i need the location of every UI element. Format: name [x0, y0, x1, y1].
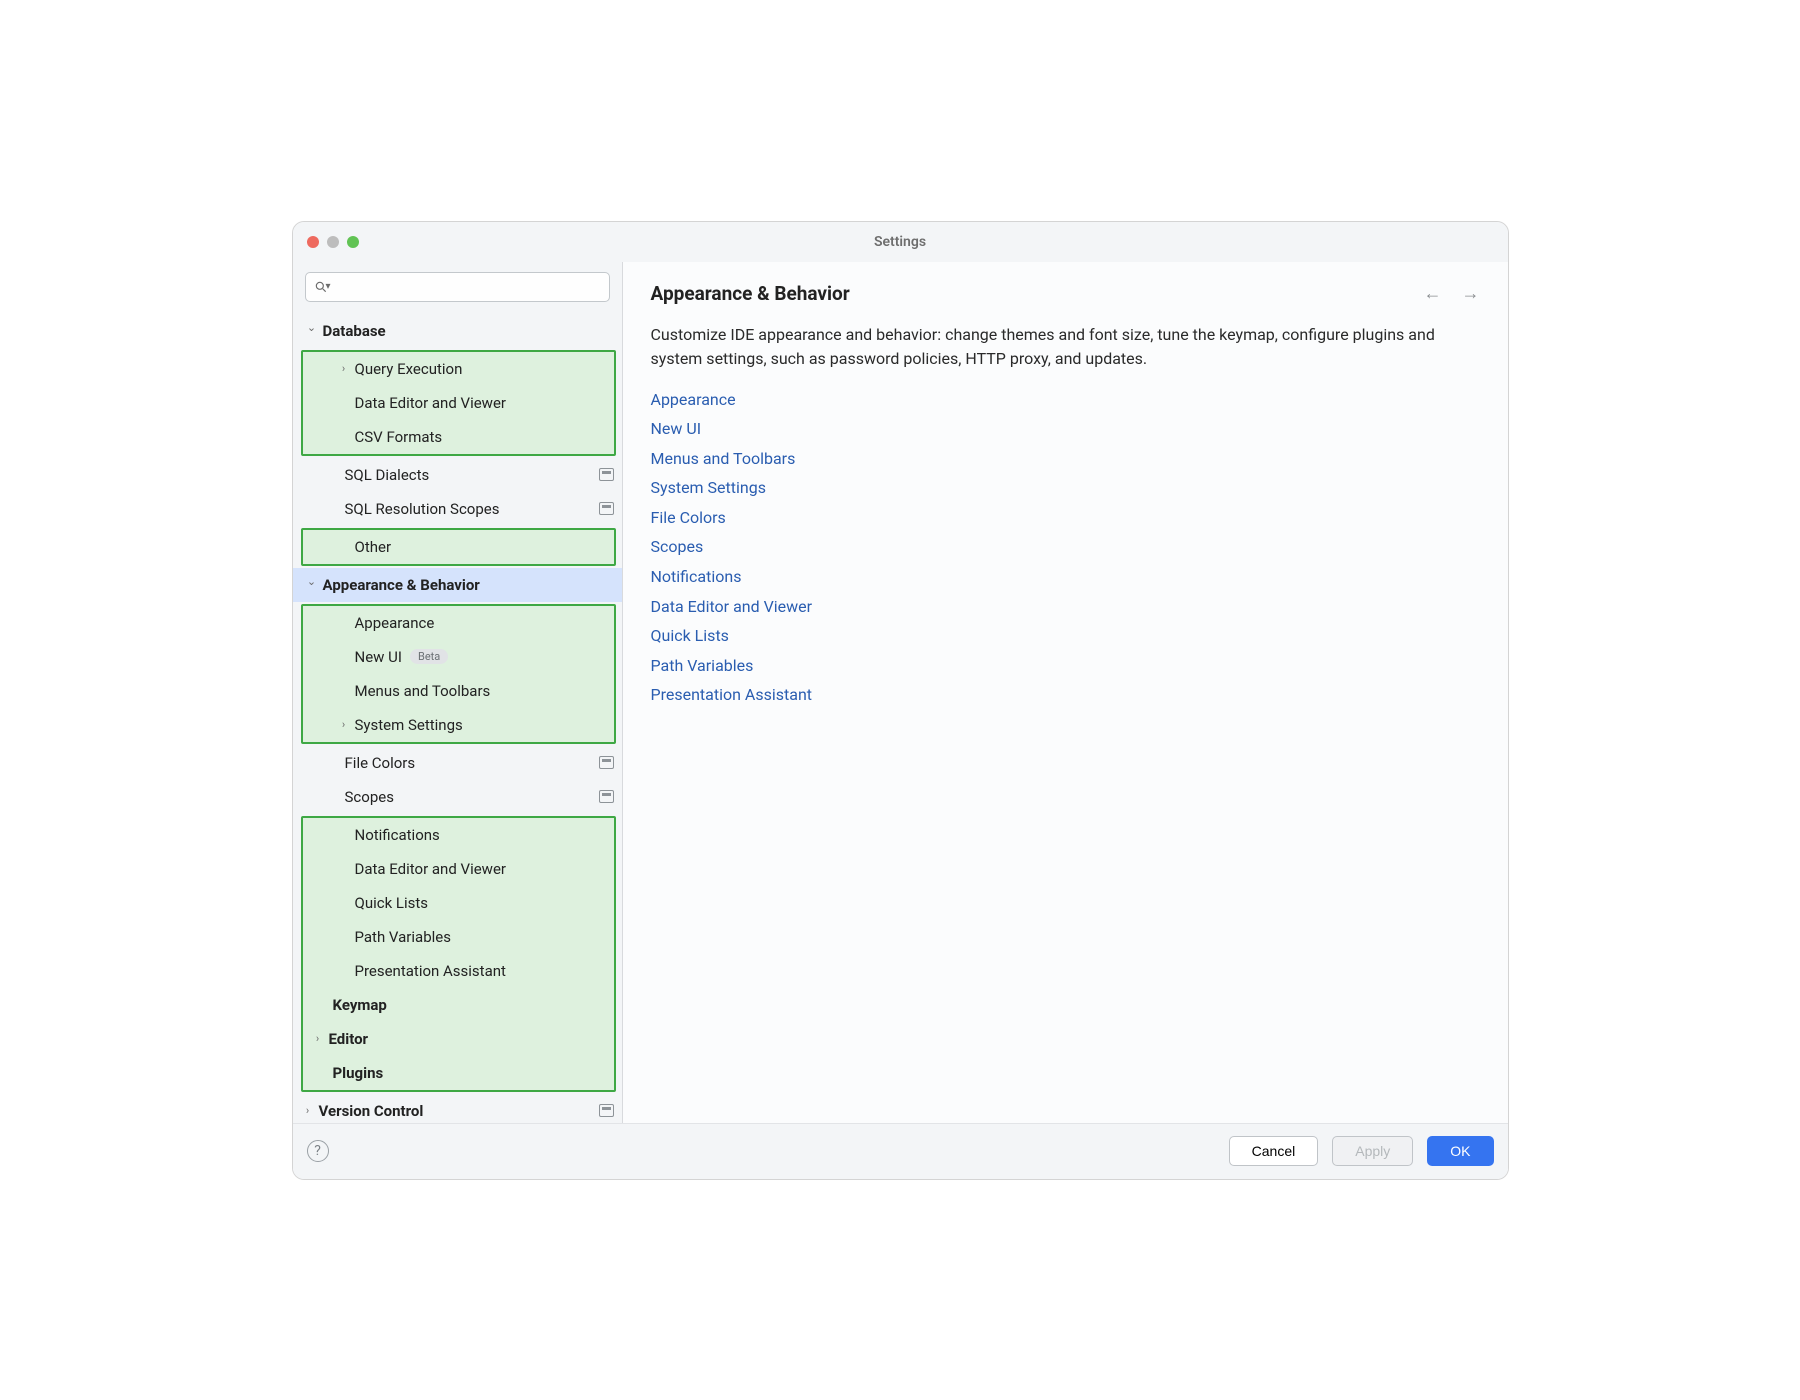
link-notifications[interactable]: Notifications: [651, 562, 1480, 592]
apply-button[interactable]: Apply: [1332, 1136, 1413, 1166]
settings-window: Settings ▾ Database Query Exec: [292, 221, 1509, 1180]
tree-item-query-execution[interactable]: Query Execution: [303, 352, 614, 386]
zoom-window-button[interactable]: [347, 236, 359, 248]
main-header: Appearance & Behavior ← →: [623, 262, 1508, 313]
link-new-ui[interactable]: New UI: [651, 414, 1480, 444]
link-file-colors[interactable]: File Colors: [651, 503, 1480, 533]
tree-item-data-editor-viewer-2[interactable]: Data Editor and Viewer: [303, 852, 614, 886]
nav-arrows: ← →: [1424, 283, 1480, 304]
nav-back-icon[interactable]: ←: [1424, 283, 1442, 304]
footer: ? Cancel Apply OK: [293, 1123, 1508, 1179]
settings-tree: Database Query Execution Data Editor and…: [293, 314, 622, 1179]
highlight-region: Other: [301, 528, 616, 566]
tree-item-data-editor-viewer[interactable]: Data Editor and Viewer: [303, 386, 614, 420]
link-appearance[interactable]: Appearance: [651, 385, 1480, 415]
link-data-editor-viewer[interactable]: Data Editor and Viewer: [651, 592, 1480, 622]
tree-item-appearance-behavior[interactable]: Appearance & Behavior: [293, 568, 622, 602]
link-scopes[interactable]: Scopes: [651, 532, 1480, 562]
tree-item-notifications[interactable]: Notifications: [303, 818, 614, 852]
tree-item-path-variables[interactable]: Path Variables: [303, 920, 614, 954]
tree-item-plugins[interactable]: Plugins: [303, 1056, 614, 1090]
tree-item-database[interactable]: Database: [293, 314, 622, 348]
tree-item-editor[interactable]: Editor: [303, 1022, 614, 1056]
beta-badge: Beta: [410, 649, 448, 664]
tree-item-sql-resolution-scopes[interactable]: SQL Resolution Scopes: [293, 492, 622, 526]
project-scope-icon: [599, 1104, 614, 1117]
tree-item-new-ui[interactable]: New UI Beta: [303, 640, 614, 674]
settings-links: Appearance New UI Menus and Toolbars Sys…: [623, 383, 1508, 713]
sidebar: ▾ Database Query Execution Data: [293, 262, 623, 1179]
link-menus-toolbars[interactable]: Menus and Toolbars: [651, 444, 1480, 474]
highlight-region: Appearance New UI Beta Menus and Toolbar…: [301, 604, 616, 744]
help-icon[interactable]: ?: [307, 1140, 329, 1162]
ok-button[interactable]: OK: [1427, 1136, 1493, 1166]
cancel-button[interactable]: Cancel: [1229, 1136, 1319, 1166]
page-description: Customize IDE appearance and behavior: c…: [623, 313, 1508, 383]
page-title: Appearance & Behavior: [651, 282, 850, 305]
tree-item-system-settings[interactable]: System Settings: [303, 708, 614, 742]
chevron-right-icon: [337, 718, 351, 731]
search-input[interactable]: [337, 279, 601, 294]
tree-item-appearance[interactable]: Appearance: [303, 606, 614, 640]
chevron-right-icon: [301, 1104, 315, 1117]
chevron-down-icon: [305, 324, 319, 337]
tree-item-quick-lists[interactable]: Quick Lists: [303, 886, 614, 920]
nav-forward-icon[interactable]: →: [1462, 283, 1480, 304]
link-presentation-assistant[interactable]: Presentation Assistant: [651, 680, 1480, 710]
tree-item-scopes[interactable]: Scopes: [293, 780, 622, 814]
chevron-right-icon: [337, 362, 351, 375]
tree-item-file-colors[interactable]: File Colors: [293, 746, 622, 780]
project-scope-icon: [599, 756, 614, 769]
project-scope-icon: [599, 468, 614, 481]
chevron-right-icon: [311, 1032, 325, 1045]
titlebar: Settings: [293, 222, 1508, 262]
window-controls: [307, 236, 359, 248]
highlight-region: Notifications Data Editor and Viewer Qui…: [301, 816, 616, 1092]
search-input-wrapper[interactable]: ▾: [305, 272, 610, 302]
minimize-window-button[interactable]: [327, 236, 339, 248]
tree-item-sql-dialects[interactable]: SQL Dialects: [293, 458, 622, 492]
chevron-down-icon: [305, 578, 319, 591]
link-system-settings[interactable]: System Settings: [651, 473, 1480, 503]
close-window-button[interactable]: [307, 236, 319, 248]
body: ▾ Database Query Execution Data: [293, 262, 1508, 1179]
link-quick-lists[interactable]: Quick Lists: [651, 621, 1480, 651]
highlight-region: Query Execution Data Editor and Viewer C…: [301, 350, 616, 456]
tree-item-keymap[interactable]: Keymap: [303, 988, 614, 1022]
tree-item-csv-formats[interactable]: CSV Formats: [303, 420, 614, 454]
project-scope-icon: [599, 790, 614, 803]
tree-item-menus-toolbars[interactable]: Menus and Toolbars: [303, 674, 614, 708]
tree-item-presentation-assistant[interactable]: Presentation Assistant: [303, 954, 614, 988]
search-scope-chevron-icon[interactable]: ▾: [326, 281, 331, 292]
window-title: Settings: [874, 234, 926, 250]
link-path-variables[interactable]: Path Variables: [651, 651, 1480, 681]
project-scope-icon: [599, 502, 614, 515]
main-panel: Appearance & Behavior ← → Customize IDE …: [623, 262, 1508, 1179]
tree-item-other[interactable]: Other: [303, 530, 614, 564]
